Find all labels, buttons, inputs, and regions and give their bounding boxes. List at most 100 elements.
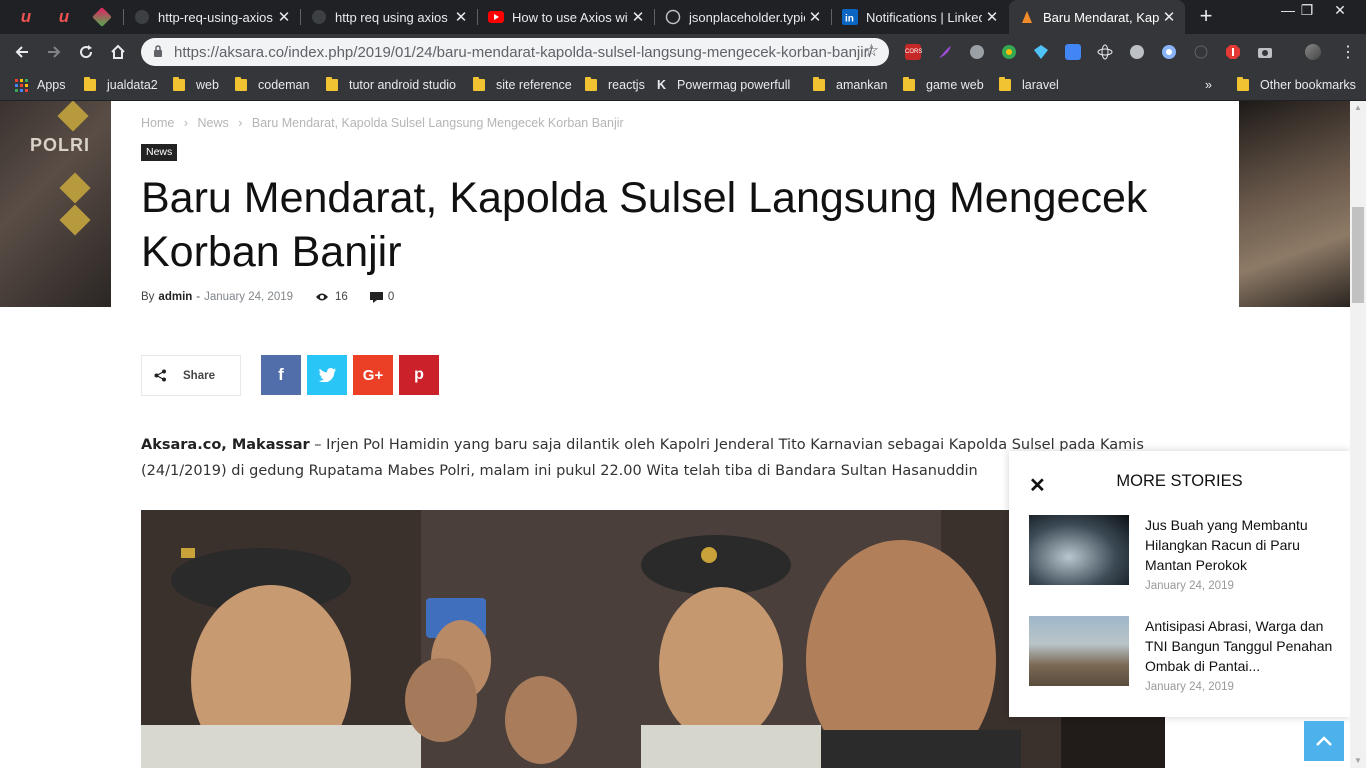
react-ext-icon[interactable]: [1097, 44, 1113, 60]
google-translate-ext-icon[interactable]: [1001, 44, 1017, 60]
close-icon[interactable]: ✕: [982, 8, 1002, 26]
linkedin-icon: in: [842, 9, 858, 25]
home-icon: [111, 44, 125, 59]
tab-linkedin-notifications[interactable]: in Notifications | Linked ✕: [832, 0, 1008, 34]
folder-icon: [326, 77, 338, 91]
udemy-icon: u: [20, 7, 32, 26]
pinned-tab-udemy-2[interactable]: u: [46, 0, 82, 34]
bookmark-other[interactable]: Other bookmarks: [1237, 77, 1356, 93]
story-thumbnail[interactable]: [1029, 616, 1129, 686]
more-stories-panel: ✕ MORE STORIES Jus Buah yang Membantu Hi…: [1009, 451, 1350, 717]
story-title[interactable]: Antisipasi Abrasi, Warga dan TNI Bangun …: [1145, 616, 1335, 676]
breadcrumb-home[interactable]: Home: [141, 116, 174, 130]
diamond-ext-icon[interactable]: [1033, 44, 1049, 60]
category-badge[interactable]: News: [141, 144, 178, 161]
reload-button[interactable]: [74, 40, 98, 64]
cors-ext-icon[interactable]: CORS: [905, 44, 922, 60]
page-viewport: POLRI Home › News › Baru Mendarat, Kapol…: [0, 101, 1350, 768]
star-icon[interactable]: ☆: [864, 41, 879, 61]
pinned-tab-app[interactable]: [84, 0, 120, 34]
close-icon[interactable]: ✕: [628, 8, 648, 26]
tab-jsonplaceholder[interactable]: jsonplaceholder.typic ✕: [655, 0, 831, 34]
camera-ext-icon[interactable]: [1257, 44, 1273, 60]
window-close-button[interactable]: ✕: [1323, 0, 1357, 22]
bookmark-folder[interactable]: site reference: [473, 77, 572, 93]
tab-http-req-using-axios-2[interactable]: http req using axios ✕: [301, 0, 477, 34]
eye-icon: [316, 293, 329, 301]
close-icon[interactable]: ✕: [274, 8, 294, 26]
share-icon: [154, 369, 166, 382]
close-icon[interactable]: ✕: [451, 8, 471, 26]
breadcrumb-separator: ›: [238, 116, 243, 130]
bookmark-folder[interactable]: tutor android studio: [326, 77, 456, 93]
browser-toolbar: https://aksara.co/index.php/2019/01/24/b…: [0, 34, 1366, 70]
menu-icon[interactable]: ⋮: [1340, 42, 1356, 62]
globe-ext-icon[interactable]: [969, 44, 985, 60]
tab-title: http-req-using-axios: [158, 9, 273, 25]
lock-icon: [154, 45, 162, 57]
tab-youtube-axios[interactable]: How to use Axios wit ✕: [478, 0, 654, 34]
close-icon[interactable]: ✕: [805, 8, 825, 26]
blank-ext-icon[interactable]: [1193, 44, 1209, 60]
author-link[interactable]: admin: [158, 291, 192, 303]
story-item[interactable]: Jus Buah yang Membantu Hilangkan Racun d…: [1029, 515, 1339, 595]
google-plus-share-button[interactable]: G+: [353, 355, 393, 395]
udemy-icon: u: [58, 7, 70, 26]
circle-ext-icon[interactable]: [1161, 44, 1177, 60]
pinned-tab-udemy-1[interactable]: u: [8, 0, 44, 34]
breadcrumb: Home › News › Baru Mendarat, Kapolda Sul…: [141, 116, 630, 130]
folder-icon: [1237, 77, 1249, 91]
back-to-top-button[interactable]: [1304, 721, 1344, 761]
close-icon[interactable]: ✕: [1159, 8, 1179, 26]
github-icon: [134, 9, 150, 25]
twitter-share-button[interactable]: [307, 355, 347, 395]
folder-icon: [84, 77, 96, 91]
bookmark-folder[interactable]: web: [173, 77, 219, 93]
feather-ext-icon[interactable]: [937, 44, 953, 60]
app-icon: [92, 7, 112, 27]
bookmark-folder[interactable]: codeman: [235, 77, 309, 93]
bookmark-folder[interactable]: laravel: [999, 77, 1059, 93]
restore-button[interactable]: ❐: [1290, 0, 1324, 22]
pinterest-icon: p: [414, 366, 424, 383]
comments-count[interactable]: 0: [369, 291, 394, 303]
bookmarks-overflow[interactable]: »: [1205, 77, 1212, 93]
pinterest-share-button[interactable]: p: [399, 355, 439, 395]
forward-button[interactable]: [42, 40, 66, 64]
header-background-image-right: [1239, 101, 1350, 307]
profile-avatar[interactable]: [1305, 44, 1321, 60]
address-bar[interactable]: https://aksara.co/index.php/2019/01/24/b…: [141, 38, 889, 66]
bookmark-apps[interactable]: Apps: [15, 77, 66, 93]
story-thumbnail[interactable]: [1029, 515, 1129, 585]
aksara-icon: [1019, 9, 1035, 25]
bookmark-folder[interactable]: amankan: [813, 77, 887, 93]
home-button[interactable]: [106, 40, 130, 64]
scroll-up-arrow[interactable]: ▲: [1350, 101, 1366, 115]
story-item[interactable]: Antisipasi Abrasi, Warga dan TNI Bangun …: [1029, 616, 1339, 696]
bookmark-folder[interactable]: jualdata2: [84, 77, 158, 93]
youtube-icon: [488, 9, 504, 25]
share-box[interactable]: Share: [141, 355, 241, 396]
facebook-share-button[interactable]: f: [261, 355, 301, 395]
adblock-ext-icon[interactable]: [1225, 44, 1241, 60]
back-button[interactable]: [10, 40, 34, 64]
bookmark-link[interactable]: K Powermag powerfull: [657, 77, 790, 93]
tab-aksara-active[interactable]: Baru Mendarat, Kapo ✕: [1009, 0, 1185, 34]
folder-icon: [473, 77, 485, 91]
tab-http-req-using-axios[interactable]: http-req-using-axios ✕: [124, 0, 300, 34]
scrollbar-thumb[interactable]: [1352, 207, 1364, 303]
apps-grid-icon: [15, 78, 28, 92]
folder-icon: [903, 77, 915, 91]
new-tab-button[interactable]: +: [1195, 5, 1217, 27]
scroll-down-arrow[interactable]: ▼: [1350, 754, 1366, 768]
publish-date: January 24, 2019: [204, 291, 294, 303]
comment-icon: [369, 291, 383, 303]
bookmark-folder[interactable]: reactjs: [585, 77, 645, 93]
story-title[interactable]: Jus Buah yang Membantu Hilangkan Racun d…: [1145, 515, 1335, 575]
tab-title: http req using axios: [335, 9, 448, 25]
bookmark-folder[interactable]: game web: [903, 77, 984, 93]
page-scrollbar[interactable]: ▲ ▼: [1350, 101, 1366, 768]
spinner-ext-icon[interactable]: [1129, 44, 1145, 60]
breadcrumb-news[interactable]: News: [197, 116, 228, 130]
translate-ext-icon[interactable]: [1065, 44, 1081, 60]
